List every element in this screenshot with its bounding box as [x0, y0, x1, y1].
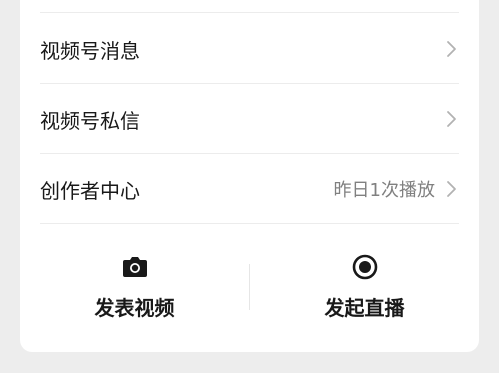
- menu-item-creator-center[interactable]: 创作者中心 昨日1次播放: [40, 154, 459, 224]
- chevron-right-icon: [447, 111, 456, 127]
- chevron-right-icon: [447, 41, 456, 57]
- menu-item-label: 视频号消息: [40, 38, 140, 63]
- channels-menu-card: 视频号消息 视频号私信 创作者中心 昨日1次播放 发表视频 发起直播: [20, 0, 479, 352]
- creator-center-stats: 昨日1次播放: [333, 180, 435, 201]
- menu-item-right: 昨日1次播放: [334, 176, 459, 202]
- start-live-button[interactable]: 发起直播: [250, 242, 479, 334]
- menu-item-channels-private-messages[interactable]: 视频号私信: [40, 84, 459, 154]
- menu-item-right: [443, 110, 459, 128]
- menu-item-right: [443, 40, 459, 58]
- camera-icon: [122, 257, 147, 277]
- action-bar: 发表视频 发起直播: [20, 242, 479, 334]
- divider: [40, 223, 459, 224]
- live-record-icon: [352, 254, 377, 280]
- publish-video-label: 发表视频: [94, 296, 175, 320]
- chevron-right-icon: [447, 181, 456, 197]
- start-live-label: 发起直播: [324, 296, 405, 320]
- menu-item-channels-messages[interactable]: 视频号消息: [40, 14, 459, 84]
- publish-video-button[interactable]: 发表视频: [20, 242, 249, 334]
- menu-item-label: 视频号私信: [40, 108, 140, 133]
- divider: [40, 12, 459, 13]
- menu-item-label: 创作者中心: [40, 178, 140, 203]
